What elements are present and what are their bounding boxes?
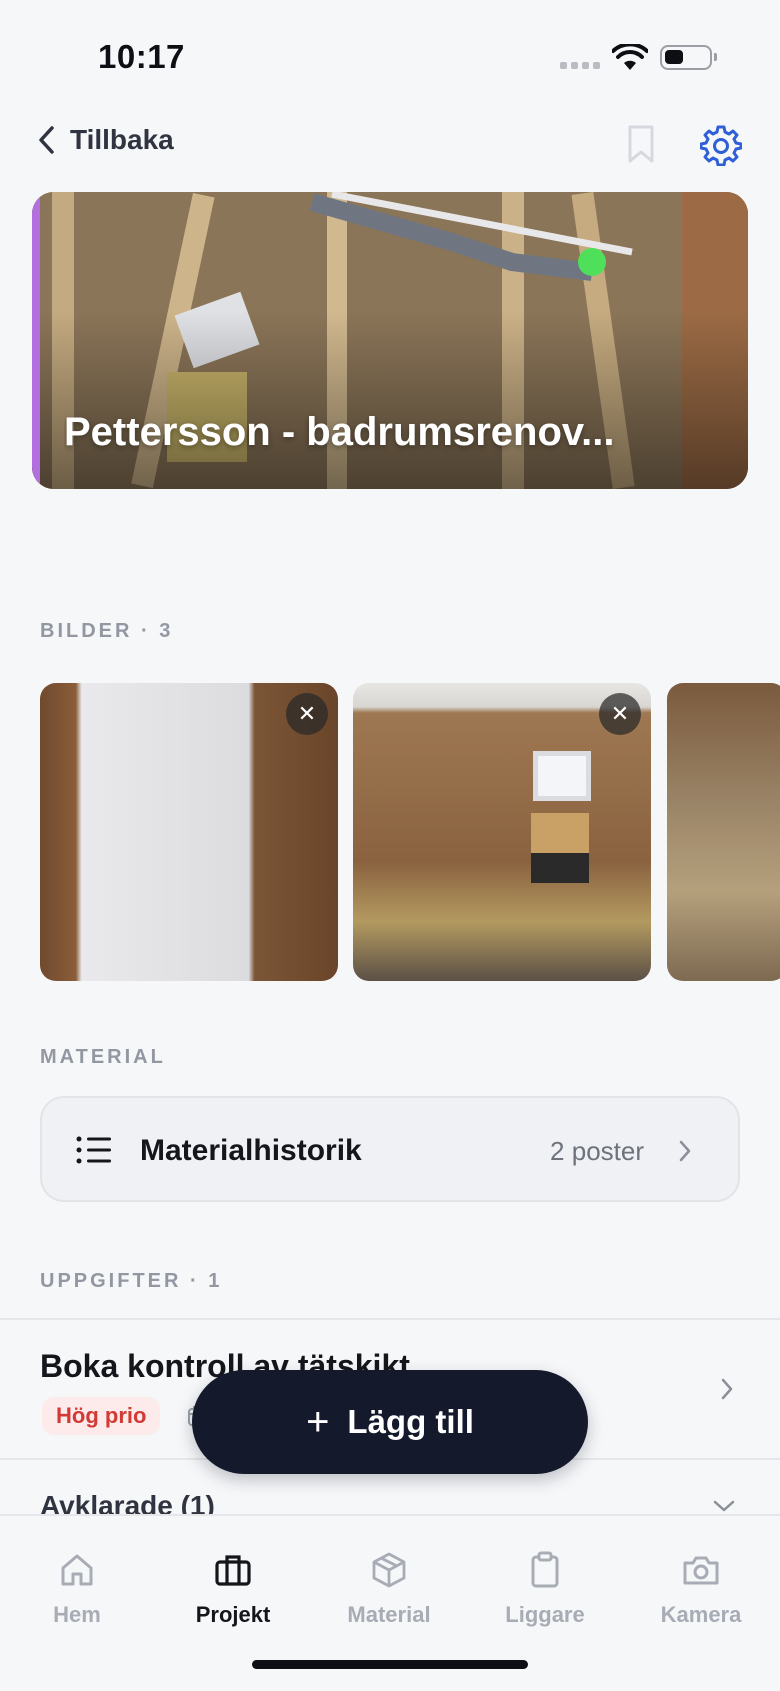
tab-label: Projekt bbox=[195, 1602, 271, 1627]
plus-icon: + bbox=[306, 1400, 330, 1444]
photo-thumbnail[interactable]: ✕ bbox=[40, 683, 338, 981]
chevron-left-icon bbox=[39, 126, 54, 154]
hero-accent-stripe bbox=[32, 192, 40, 489]
photo-detail bbox=[533, 751, 591, 801]
home-indicator bbox=[252, 1660, 528, 1669]
back-button[interactable]: Tillbaka bbox=[36, 124, 174, 156]
add-button[interactable]: + Lägg till bbox=[192, 1370, 588, 1474]
project-title: Pettersson - badrumsrenov... bbox=[64, 410, 615, 454]
material-history-count: 2 poster bbox=[550, 1136, 644, 1166]
images-section-label: BILDER · 3 bbox=[40, 620, 174, 642]
tab-home[interactable]: Hem bbox=[7, 1550, 147, 1628]
box-icon bbox=[372, 1552, 406, 1588]
camera-icon bbox=[683, 1556, 719, 1585]
navigation-bar: Tillbaka bbox=[0, 112, 780, 176]
tab-label: Material bbox=[347, 1602, 431, 1627]
close-icon: ✕ bbox=[297, 701, 317, 726]
tab-label: Liggare bbox=[505, 1602, 585, 1627]
cellular-signal-icon bbox=[560, 62, 600, 69]
bookmark-icon[interactable] bbox=[624, 124, 658, 164]
wifi-icon bbox=[612, 44, 648, 70]
remove-photo-button[interactable]: ✕ bbox=[599, 693, 641, 735]
home-icon bbox=[61, 1554, 93, 1586]
project-hero-card[interactable]: Pettersson - badrumsrenov... bbox=[32, 192, 748, 489]
back-label: Tillbaka bbox=[70, 124, 174, 155]
priority-badge: Hög prio bbox=[42, 1397, 161, 1435]
status-time: 10:17 bbox=[98, 38, 185, 75]
chevron-right-icon bbox=[679, 1140, 691, 1162]
battery-icon bbox=[660, 45, 717, 70]
material-history-card[interactable]: Materialhistorik 2 poster bbox=[40, 1096, 740, 1202]
chevron-down-icon bbox=[713, 1500, 735, 1512]
close-icon: ✕ bbox=[610, 701, 630, 726]
add-button-label: Lägg till bbox=[347, 1403, 474, 1440]
tab-material[interactable]: Material bbox=[319, 1550, 459, 1628]
tab-projects[interactable]: Projekt bbox=[163, 1550, 303, 1628]
tab-label: Hem bbox=[53, 1602, 101, 1627]
photo-thumbnail[interactable]: ✕ bbox=[353, 683, 651, 981]
gear-icon[interactable] bbox=[700, 124, 742, 166]
tab-label: Kamera bbox=[660, 1602, 742, 1627]
photo-detail bbox=[531, 853, 589, 883]
remove-photo-button[interactable]: ✕ bbox=[286, 693, 328, 735]
briefcase-icon bbox=[215, 1555, 251, 1586]
photo-thumbnail[interactable] bbox=[667, 683, 780, 981]
material-history-title: Materialhistorik bbox=[140, 1134, 362, 1167]
tab-camera[interactable]: Kamera bbox=[631, 1550, 771, 1628]
list-icon bbox=[76, 1136, 111, 1164]
status-bar: 10:17 bbox=[0, 0, 780, 110]
tasks-section-label: UPPGIFTER · 1 bbox=[40, 1270, 223, 1292]
clipboard-icon bbox=[531, 1551, 559, 1588]
material-section-label: MATERIAL bbox=[40, 1046, 166, 1068]
chevron-right-icon bbox=[721, 1378, 733, 1400]
tab-log[interactable]: Liggare bbox=[475, 1550, 615, 1628]
